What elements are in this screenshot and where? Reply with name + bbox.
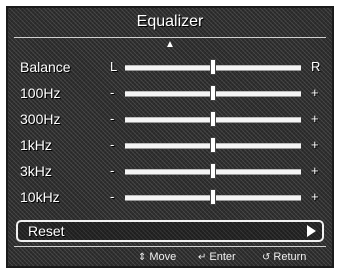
plus-mark: + — [311, 189, 319, 204]
minus-mark: - — [110, 189, 115, 204]
minus-mark: - — [110, 111, 115, 126]
equalizer-panel: Equalizer ▲ Balance L R 100Hz - + 300Hz … — [6, 6, 334, 268]
slider-knob[interactable] — [210, 137, 216, 153]
footer-divider — [14, 246, 326, 247]
reset-button[interactable]: Reset — [16, 220, 324, 242]
title-divider — [14, 37, 326, 38]
eq-slider-100hz[interactable]: 100Hz - + — [8, 80, 332, 106]
return-icon: ↺ — [262, 252, 271, 263]
plus-mark: + — [311, 163, 319, 178]
footer-hints: ⇕ Move ↵ Enter ↺ Return — [8, 249, 332, 265]
hint-enter: ↵ Enter — [198, 249, 236, 266]
scroll-up-icon[interactable]: ▲ — [8, 39, 332, 51]
enter-icon: ↵ — [198, 252, 207, 263]
balance-slider[interactable]: Balance L R — [8, 54, 332, 80]
eq-slider-3khz[interactable]: 3kHz - + — [8, 158, 332, 184]
slider-knob[interactable] — [210, 85, 216, 101]
slider-knob[interactable] — [210, 59, 216, 75]
slider-knob[interactable] — [210, 189, 216, 205]
minus-mark: - — [110, 163, 115, 178]
eq-slider-1khz[interactable]: 1kHz - + — [8, 132, 332, 158]
hint-move: ⇕ Move — [138, 249, 176, 266]
hint-move-label: Move — [149, 251, 177, 263]
slider-label: 3kHz — [20, 163, 52, 179]
slider-label: Balance — [20, 59, 71, 75]
hint-return: ↺ Return — [262, 249, 306, 266]
right-mark: R — [311, 59, 321, 74]
reset-label: Reset — [28, 223, 65, 239]
slider-label: 1kHz — [20, 137, 52, 153]
hint-enter-label: Enter — [209, 251, 236, 263]
slider-knob[interactable] — [210, 163, 216, 179]
plus-mark: + — [311, 111, 319, 126]
up-down-arrow-icon: ⇕ — [138, 252, 147, 263]
hint-return-label: Return — [273, 251, 307, 263]
slider-label: 300Hz — [20, 111, 61, 127]
page-title: Equalizer — [136, 13, 204, 30]
eq-slider-300hz[interactable]: 300Hz - + — [8, 106, 332, 132]
left-mark: L — [110, 59, 118, 74]
slider-knob[interactable] — [210, 111, 216, 127]
slider-label: 100Hz — [20, 85, 61, 101]
play-icon — [307, 225, 316, 237]
minus-mark: - — [110, 137, 115, 152]
plus-mark: + — [311, 137, 319, 152]
slider-label: 10kHz — [20, 189, 60, 205]
eq-slider-10khz[interactable]: 10kHz - + — [8, 184, 332, 210]
plus-mark: + — [311, 85, 319, 100]
minus-mark: - — [110, 85, 115, 100]
